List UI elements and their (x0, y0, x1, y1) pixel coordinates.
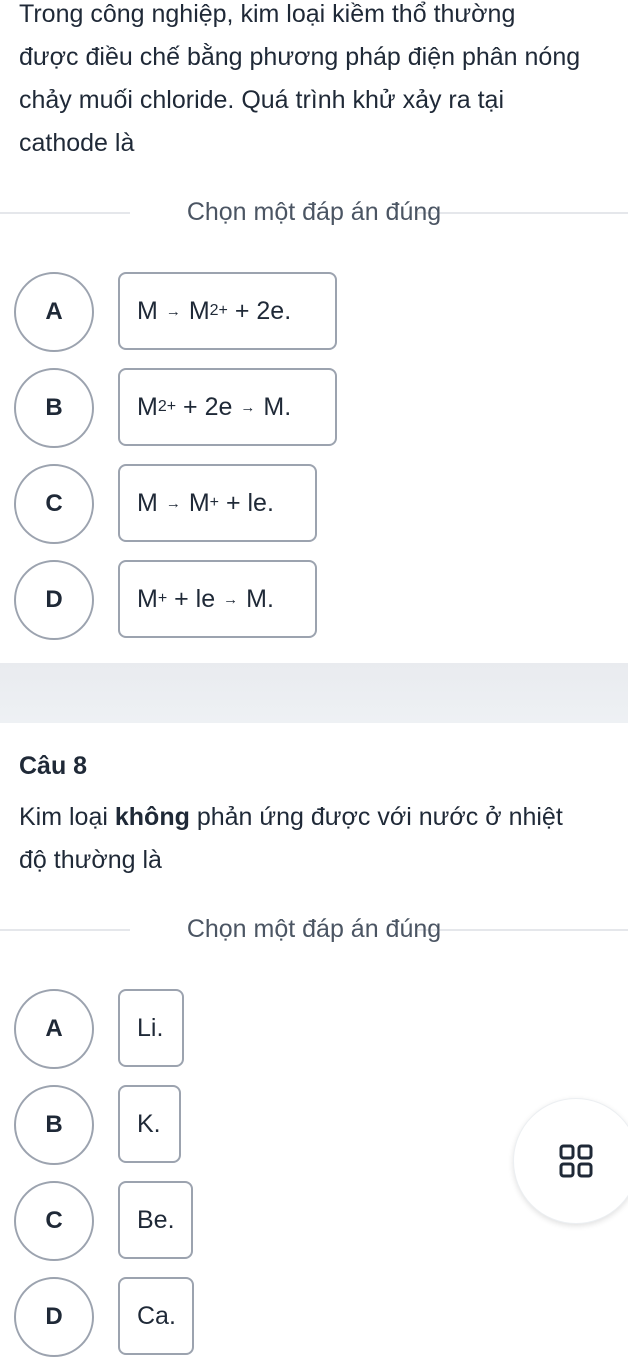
formula-part: + 2e (176, 392, 233, 421)
formula-part: + le. (219, 488, 274, 517)
question-separator (0, 663, 628, 723)
option-answer-box[interactable]: Be. (118, 1181, 193, 1259)
question-line: được điều chế bằng phương pháp điện phân… (19, 43, 581, 71)
option-letter-c[interactable]: C (14, 464, 94, 544)
arrow-icon: → (165, 494, 181, 512)
arrow-icon: → (240, 398, 256, 416)
formula-part: M (137, 584, 158, 613)
formula-part: M (137, 488, 158, 517)
option-answer-box[interactable]: M + + le → M. (118, 560, 317, 638)
option-letter-d[interactable]: D (14, 560, 94, 640)
text-segment: phản ứng được với nước ở nhiệt (189, 803, 563, 831)
question-line: cathode là (19, 129, 135, 157)
option-answer-box[interactable]: Ca. (118, 1277, 194, 1355)
question-line: chảy muối chloride. Quá trình khử xảy ra… (19, 86, 505, 114)
formula-part: M. (263, 392, 292, 421)
option-letter-a[interactable]: A (14, 989, 94, 1069)
grid-icon (559, 1144, 593, 1178)
option-letter-b[interactable]: B (14, 368, 94, 448)
formula-part: + 2e. (227, 296, 292, 325)
answer-prompt: Chọn một đáp án đúng (186, 915, 442, 943)
option-letter-d[interactable]: D (14, 1277, 94, 1357)
question-line: độ thường là (19, 846, 162, 874)
question-grid-button[interactable] (513, 1098, 628, 1224)
option-answer-box[interactable]: M → M 2+ + 2e. (118, 272, 337, 350)
formula-part: M (188, 488, 210, 517)
option-letter-b[interactable]: B (14, 1085, 94, 1165)
emphasis-text: không (114, 803, 190, 831)
formula-part: M (137, 392, 158, 421)
formula-part: M (137, 296, 158, 325)
option-answer-box[interactable]: Li. (118, 989, 184, 1067)
question-8-title: Câu 8 (19, 752, 88, 780)
question-line: Trong công nghiệp, kim loại kiềm thổ thư… (19, 0, 516, 28)
arrow-icon: → (223, 590, 239, 608)
formula-part: M (188, 296, 210, 325)
answer-prompt-divider: Chọn một đáp án đúng (0, 909, 628, 949)
question-7-text: Trong công nghiệp, kim loại kiềm thổ thư… (19, 0, 618, 165)
option-letter-a[interactable]: A (14, 272, 94, 352)
formula-part: M. (246, 584, 274, 613)
option-answer-box[interactable]: M → M + + le. (118, 464, 317, 542)
option-answer-box[interactable]: K. (118, 1085, 181, 1163)
arrow-icon: → (165, 302, 181, 320)
formula-part: + le (167, 584, 216, 613)
option-letter-c[interactable]: C (14, 1181, 94, 1261)
answer-prompt: Chọn một đáp án đúng (186, 198, 442, 226)
question-line: Kim loại không phản ứng được với nước ở … (19, 796, 618, 839)
question-8-text: Kim loại không phản ứng được với nước ở … (19, 796, 618, 882)
text-segment: Kim loại (19, 803, 115, 831)
answer-prompt-divider: Chọn một đáp án đúng (0, 192, 628, 232)
option-answer-box[interactable]: M 2+ + 2e → M. (118, 368, 337, 446)
